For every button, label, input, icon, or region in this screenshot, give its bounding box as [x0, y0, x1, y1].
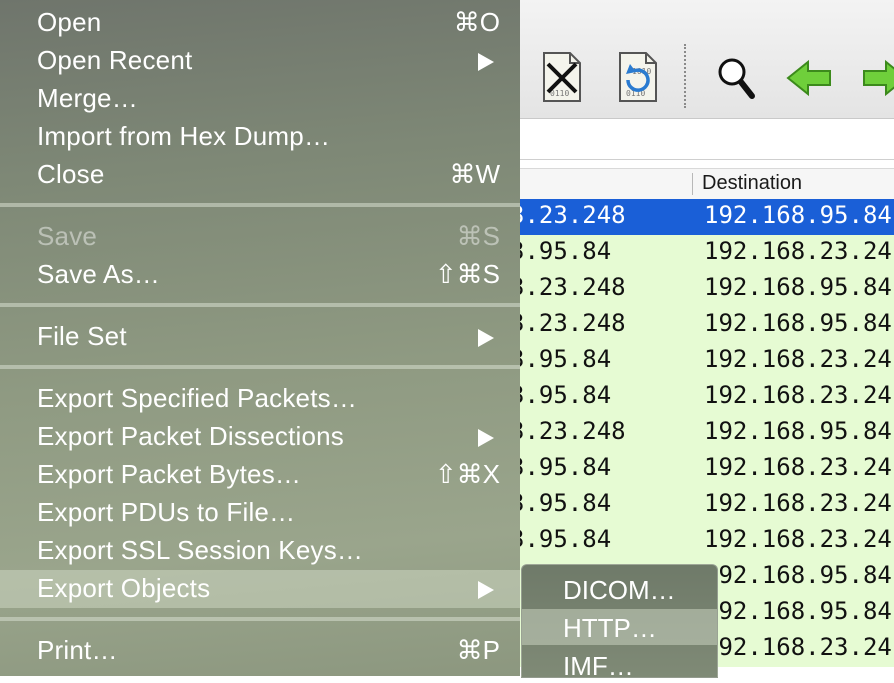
menu-item-export-specified-packets[interactable]: Export Specified Packets…	[0, 380, 520, 418]
menu-item-shortcut: ⇧⌘X	[434, 459, 500, 489]
submenu-arrow-icon	[478, 581, 494, 599]
menu-item-shortcut: ⌘P	[456, 635, 500, 665]
submenu-item-http[interactable]: HTTP…	[522, 609, 717, 645]
packet-destination: 192.168.23.24	[704, 525, 892, 553]
packet-destination: 192.168.95.84	[704, 561, 892, 589]
toolbar-separator	[684, 44, 686, 108]
packet-source: 3.23.248	[510, 309, 626, 337]
menu-item-label: Export PDUs to File…	[37, 497, 296, 527]
find-packet-icon[interactable]	[712, 50, 760, 104]
packet-destination: 192.168.95.84	[704, 309, 892, 337]
packet-source: 3.95.84	[510, 489, 612, 517]
packet-destination: 192.168.95.84	[704, 273, 892, 301]
menu-item-label: Save	[37, 221, 98, 251]
packet-destination: 192.168.23.24	[704, 633, 892, 661]
submenu-item-label: DICOM…	[563, 575, 676, 605]
packet-destination: 192.168.23.24	[704, 453, 892, 481]
menu-item-label: Open Recent	[37, 45, 193, 75]
submenu-item-label: IMF…	[563, 651, 634, 681]
go-back-icon[interactable]	[786, 50, 834, 104]
packet-destination: 192.168.95.84	[704, 201, 892, 229]
menu-item-label: Export Packet Dissections	[37, 421, 345, 451]
packet-destination: 192.168.95.84	[704, 597, 892, 625]
menu-item-shortcut: ⇧⌘S	[434, 259, 500, 289]
export-objects-submenu: DICOM… HTTP… IMF…	[521, 564, 718, 681]
submenu-arrow-icon	[478, 53, 494, 71]
menu-item-print[interactable]: Print… ⌘P	[0, 632, 520, 670]
submenu-item-imf[interactable]: IMF…	[522, 647, 717, 683]
menu-item-file-set[interactable]: File Set	[0, 318, 520, 356]
menu-item-export-objects[interactable]: Export Objects	[0, 570, 520, 608]
menu-item-label: Export Specified Packets…	[37, 383, 358, 413]
packet-source: 3.23.248	[510, 417, 626, 445]
packet-destination: 192.168.23.24	[704, 345, 892, 373]
packet-source: 3.95.84	[510, 237, 612, 265]
packet-destination: 192.168.95.84	[704, 417, 892, 445]
menu-item-label: Print…	[37, 635, 118, 665]
column-destination[interactable]: Destination	[702, 172, 802, 195]
menu-separator	[0, 617, 520, 621]
menu-item-label: Close	[37, 159, 105, 189]
menu-item-label: Import from Hex Dump…	[37, 121, 331, 151]
menu-item-label: Open	[37, 7, 102, 37]
submenu-arrow-icon	[478, 429, 494, 447]
menu-item-merge[interactable]: Merge…	[0, 80, 520, 118]
menu-item-close[interactable]: Close ⌘W	[0, 156, 520, 194]
menu-item-shortcut: ⌘W	[449, 159, 500, 189]
file-menu: Open ⌘O Open Recent Merge… Import from H…	[0, 0, 520, 676]
menu-item-label: Export Objects	[37, 573, 211, 603]
packet-destination: 192.168.23.24	[704, 489, 892, 517]
menu-item-export-ssl-keys[interactable]: Export SSL Session Keys…	[0, 532, 520, 570]
packet-source: 3.95.84	[510, 453, 612, 481]
menu-item-label: File Set	[37, 321, 127, 351]
menu-item-export-pdus[interactable]: Export PDUs to File…	[0, 494, 520, 532]
packet-destination: 192.168.23.24	[704, 237, 892, 265]
packet-source: 3.95.84	[510, 345, 612, 373]
submenu-item-label: HTTP…	[563, 613, 657, 643]
menu-item-import-hex-dump[interactable]: Import from Hex Dump…	[0, 118, 520, 156]
menu-item-export-packet-dissections[interactable]: Export Packet Dissections	[0, 418, 520, 456]
menu-item-label: Export Packet Bytes…	[37, 459, 302, 489]
menu-item-label: Save As…	[37, 259, 160, 289]
menu-item-open-recent[interactable]: Open Recent	[0, 42, 520, 80]
column-separator[interactable]	[692, 173, 693, 195]
menu-item-shortcut: ⌘O	[453, 7, 500, 37]
packet-destination: 192.168.23.24	[704, 381, 892, 409]
packet-source: 3.23.248	[510, 273, 626, 301]
reload-file-icon[interactable]: 1010 0110	[614, 50, 662, 104]
menu-item-open[interactable]: Open ⌘O	[0, 4, 520, 42]
close-file-icon[interactable]: 0110	[538, 50, 586, 104]
menu-item-export-packet-bytes[interactable]: Export Packet Bytes… ⇧⌘X	[0, 456, 520, 494]
menu-item-label: Export SSL Session Keys…	[37, 535, 364, 565]
submenu-arrow-icon	[478, 329, 494, 347]
menu-separator	[0, 303, 520, 307]
packet-source: 3.95.84	[510, 525, 612, 553]
menu-separator	[0, 203, 520, 207]
menu-separator	[0, 365, 520, 369]
packet-source: 3.23.248	[510, 201, 626, 229]
menu-item-shortcut: ⌘S	[456, 221, 500, 251]
submenu-item-dicom[interactable]: DICOM…	[522, 571, 717, 607]
go-forward-icon[interactable]	[860, 50, 894, 104]
menu-item-label: Merge…	[37, 83, 138, 113]
packet-source: 3.95.84	[510, 381, 612, 409]
menu-item-save: Save ⌘S	[0, 218, 520, 256]
svg-text:0110: 0110	[550, 89, 569, 98]
menu-item-save-as[interactable]: Save As… ⇧⌘S	[0, 256, 520, 294]
